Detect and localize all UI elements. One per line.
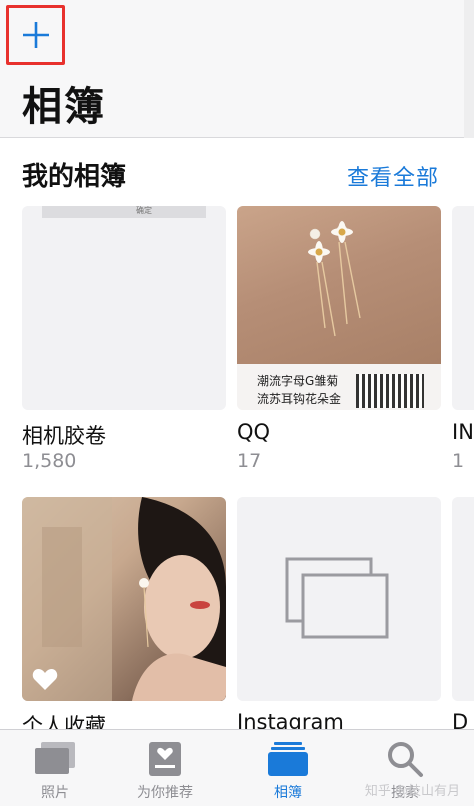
photos-icon [35,742,75,774]
caption-line: 潮流字母G雏菊 [257,374,339,388]
album-count: 17 [237,450,262,472]
earring-photo [237,206,441,364]
thumb-text: 确定 [136,206,152,215]
tab-label: 照片 [41,785,69,801]
album-name[interactable]: QQ [237,420,270,444]
for-you-icon [149,742,181,776]
heart-icon [32,669,58,690]
tab-for-you[interactable]: 为你推荐 [110,730,220,806]
album-name[interactable]: IN [452,420,474,444]
stacked-photos-icon [285,557,389,639]
album-thumb-favorites[interactable] [22,497,226,701]
album-thumb-qq[interactable]: 潮流字母G雏菊 流苏耳钩花朵金 [237,206,441,410]
tab-bar: 照片 为你推荐 相簿 搜索 知乎 @技山有月 [0,729,474,806]
tab-photos[interactable]: 照片 [0,730,110,806]
search-icon [388,742,423,777]
scroll-edge [464,0,474,138]
caption-line: 流苏耳钩花朵金 [257,392,342,406]
thumb-bar: 确定 [42,206,206,218]
album-name[interactable]: 相机胶卷 [22,420,106,450]
tab-label: 相簿 [274,785,302,801]
page-title: 相簿 [22,84,106,130]
watermark: 知乎 @技山有月 [364,784,460,799]
albums-icon [268,742,308,776]
product-caption: 潮流字母G雏菊 流苏耳钩花朵金 [237,364,441,410]
see-all-link[interactable]: 查看全部 [347,160,439,192]
section-title: 我的相簿 [22,162,127,192]
album-thumb-camera-roll[interactable]: 确定 [22,206,226,410]
header: 相簿 [0,0,474,138]
album-thumb-partial[interactable] [452,497,474,701]
daisy-earring-image [308,221,361,337]
album-thumb-instagram[interactable] [237,497,441,701]
album-count: 1 [452,450,465,472]
album-count: 1,580 [22,450,77,472]
qr-code [356,374,424,408]
plus-icon [22,22,49,48]
tab-label: 为你推荐 [137,785,193,801]
add-album-button[interactable] [6,5,65,65]
album-thumb-partial[interactable] [452,206,474,410]
tab-albums[interactable]: 相簿 [233,730,343,806]
